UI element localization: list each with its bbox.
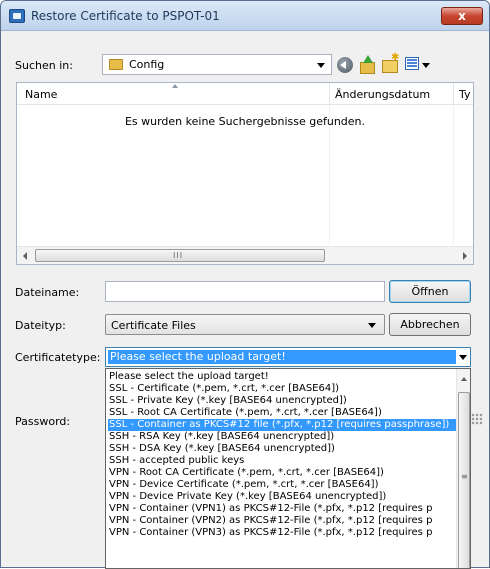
close-button[interactable]: x (441, 7, 483, 25)
restore-certificate-dialog: Restore Certificate to PSPOT-01 x Suchen… (0, 0, 490, 569)
option-item[interactable]: SSL - Root CA Certificate (*.pem, *.crt,… (108, 407, 458, 419)
scroll-grip-icon: ≡ (461, 472, 468, 481)
scroll-thumb[interactable]: ≡ (458, 392, 470, 568)
scroll-grip: III (173, 251, 184, 260)
option-item-highlighted[interactable]: SSL - Container as PKCS#12 file (*.pfx, … (108, 419, 458, 431)
close-icon: x (458, 9, 466, 23)
filetype-label: Dateityp: (15, 319, 66, 332)
option-item[interactable]: VPN - Root CA Certificate (*.pem, *.crt,… (108, 467, 458, 479)
file-list[interactable]: Name Änderungsdatum Ty Es wurden keine S… (16, 82, 474, 265)
certificatetype-label: Certificatetype: (15, 351, 101, 364)
views-menu-icon[interactable] (405, 57, 419, 70)
chevron-down-icon (317, 63, 325, 68)
column-name[interactable]: Name (25, 88, 57, 101)
chevron-down-icon (368, 323, 376, 328)
option-item[interactable]: SSH - accepted public keys (108, 455, 458, 467)
option-item[interactable]: Please select the upload target! (108, 371, 458, 383)
resize-grip-icon[interactable] (471, 413, 483, 425)
lookin-value: Config (129, 58, 165, 71)
column-divider[interactable] (329, 83, 330, 105)
open-button-label: Öffnen (411, 285, 449, 298)
title-bar[interactable]: Restore Certificate to PSPOT-01 x (1, 1, 489, 31)
option-item[interactable]: VPN - Container (VPN1) as PKCS#12-File (… (108, 503, 458, 515)
scroll-left-icon[interactable] (23, 252, 27, 260)
vertical-scrollbar[interactable]: ≡ (456, 369, 470, 568)
scroll-right-icon[interactable] (463, 252, 467, 260)
option-item[interactable]: VPN - Device Private Key (*.key [BASE64 … (108, 491, 458, 503)
option-item[interactable]: SSL - Private Key (*.key [BASE64 unencry… (108, 395, 458, 407)
column-header-row: Name Änderungsdatum Ty (17, 83, 473, 105)
filename-label: Dateiname: (15, 286, 80, 299)
option-item[interactable]: VPN - Container (VPN2) as PKCS#12-File (… (108, 515, 458, 527)
cancel-button[interactable]: Abbrechen (389, 313, 471, 336)
column-date-modified[interactable]: Änderungsdatum (335, 88, 430, 101)
app-window-icon (9, 9, 25, 23)
certificatetype-options-list[interactable]: Please select the upload target! SSL - C… (105, 368, 471, 569)
scroll-thumb[interactable]: III (35, 249, 325, 262)
certificatetype-dropdown[interactable]: Please select the upload target! (105, 347, 471, 367)
lookin-dropdown[interactable]: Config (102, 54, 332, 75)
filetype-value: Certificate Files (111, 319, 196, 332)
option-item[interactable]: VPN - Device Certificate (*.pem, *.crt, … (108, 479, 458, 491)
open-button[interactable]: Öffnen (389, 280, 471, 303)
filename-input[interactable] (105, 281, 385, 302)
column-type[interactable]: Ty (459, 88, 473, 101)
column-divider[interactable] (453, 83, 454, 105)
option-item[interactable]: VPN - Container (VPN3) as PKCS#12-File (… (108, 527, 458, 539)
option-item[interactable]: SSH - DSA Key (*.key [BASE64 unencrypted… (108, 443, 458, 455)
filetype-dropdown[interactable]: Certificate Files (105, 314, 385, 335)
cancel-button-label: Abbrechen (400, 318, 460, 331)
certificatetype-selected: Please select the upload target! (108, 350, 456, 364)
option-item[interactable]: SSL - Certificate (*.pem, *.crt, *.cer [… (108, 383, 458, 395)
lookin-label: Suchen in: (15, 59, 73, 72)
folder-icon (109, 59, 123, 70)
window-title: Restore Certificate to PSPOT-01 (31, 9, 220, 23)
password-label: Password: (15, 415, 71, 428)
views-dropdown-arrow-icon[interactable] (422, 63, 430, 68)
chevron-down-icon (459, 355, 467, 360)
scroll-up-icon[interactable] (461, 377, 467, 381)
sort-ascending-icon (172, 84, 178, 88)
option-item[interactable]: SSH - RSA Key (*.key [BASE64 unencrypted… (108, 431, 458, 443)
up-folder-icon[interactable] (359, 55, 375, 74)
back-icon[interactable] (337, 57, 353, 73)
new-folder-icon[interactable] (382, 52, 399, 73)
empty-results-message: Es wurden keine Suchergebnisse gefunden. (124, 115, 366, 128)
horizontal-scrollbar[interactable]: III (17, 246, 473, 264)
